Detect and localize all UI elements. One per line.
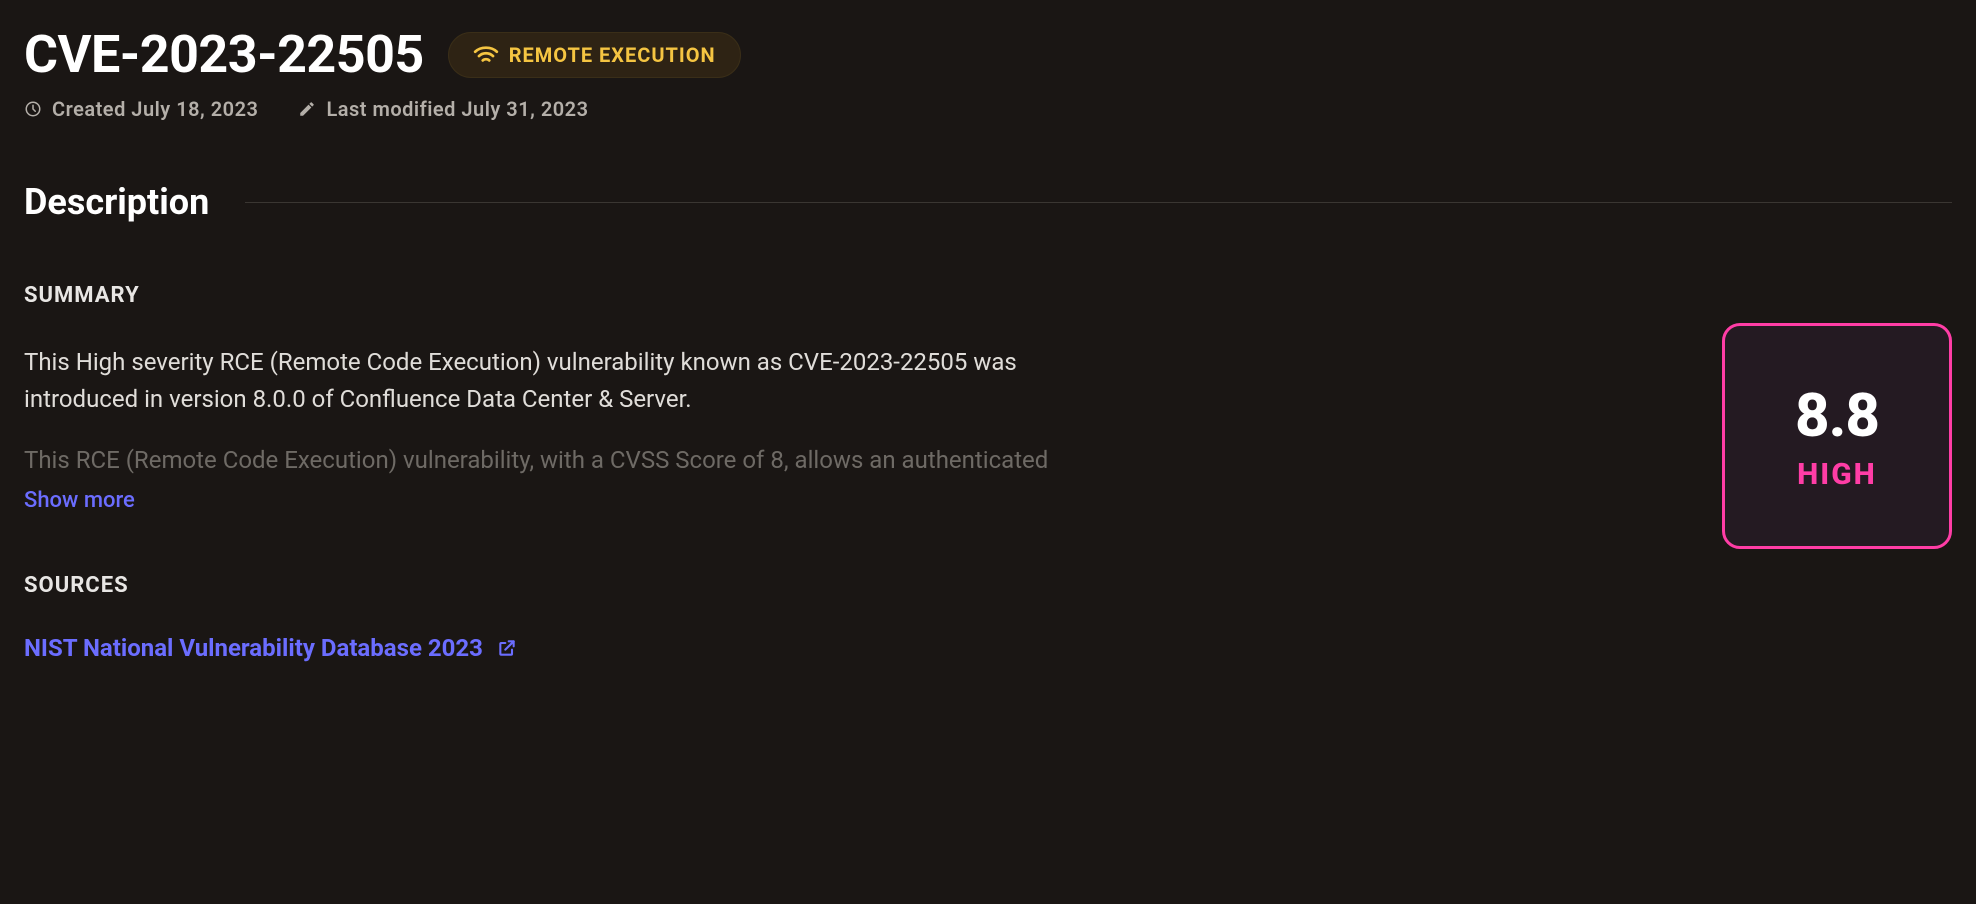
created-meta: Created July 18, 2023 (24, 97, 258, 121)
header-row: CVE-2023-22505 REMOTE EXECUTION (24, 24, 1952, 85)
modified-text: Last modified July 31, 2023 (326, 97, 588, 121)
cvss-score-box: 8.8 HIGH (1722, 323, 1952, 549)
cve-title: CVE-2023-22505 (24, 24, 424, 85)
badge-label: REMOTE EXECUTION (509, 43, 716, 67)
pencil-icon (298, 100, 316, 118)
show-more-link[interactable]: Show more (24, 488, 135, 513)
summary-paragraph-1: This High severity RCE (Remote Code Exec… (24, 344, 1084, 418)
content-left: SUMMARY This High severity RCE (Remote C… (24, 283, 1682, 662)
source-link-label: NIST National Vulnerability Database 202… (24, 634, 483, 662)
clock-icon (24, 100, 42, 118)
description-title: Description (24, 181, 209, 223)
description-header: Description (24, 181, 1952, 223)
created-text: Created July 18, 2023 (52, 97, 258, 121)
section-divider (245, 202, 1952, 203)
meta-row: Created July 18, 2023 Last modified July… (24, 97, 1952, 121)
wifi-icon (473, 45, 499, 65)
modified-meta: Last modified July 31, 2023 (298, 97, 588, 121)
summary-heading: SUMMARY (24, 283, 1682, 308)
cvss-score-value: 8.8 (1795, 380, 1879, 451)
cvss-score-label: HIGH (1797, 457, 1877, 492)
summary-paragraph-2: This RCE (Remote Code Execution) vulnera… (24, 442, 1084, 479)
external-link-icon (497, 638, 517, 658)
sources-heading: SOURCES (24, 573, 1682, 598)
remote-execution-badge: REMOTE EXECUTION (448, 32, 741, 78)
source-link-nist[interactable]: NIST National Vulnerability Database 202… (24, 634, 517, 662)
content-row: SUMMARY This High severity RCE (Remote C… (24, 283, 1952, 662)
